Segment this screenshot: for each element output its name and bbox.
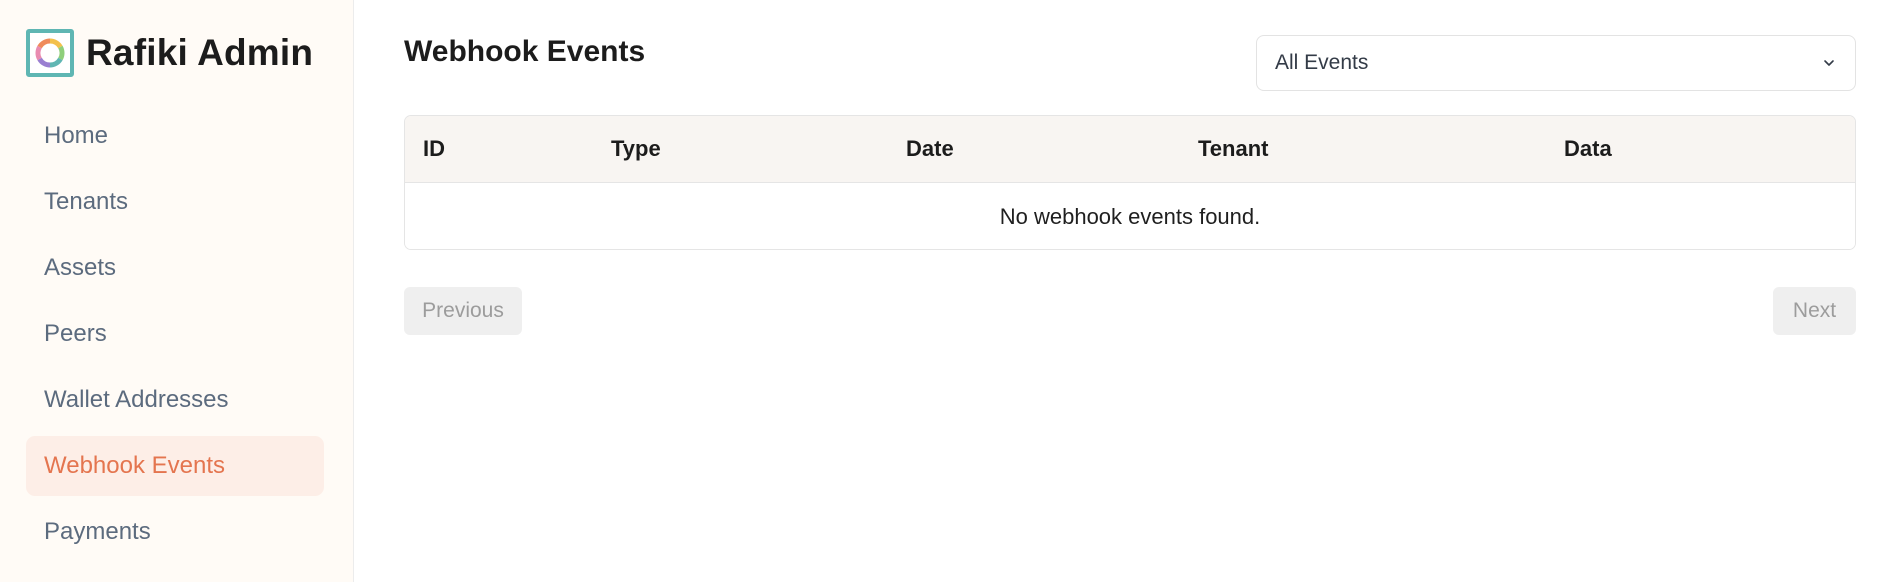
sidebar-item-label: Payments	[44, 518, 151, 545]
ring-logo-icon	[26, 29, 74, 77]
sidebar-item-label: Assets	[44, 254, 117, 281]
table-header-row: ID Type Date Tenant Data	[405, 116, 1855, 183]
sidebar-item-payments[interactable]: Payments	[26, 502, 324, 562]
sidebar-item-webhook-events[interactable]: Webhook Events	[26, 436, 324, 496]
brand-title: Rafiki Admin	[86, 32, 314, 73]
webhook-events-table: ID Type Date Tenant Data No webhook even…	[404, 115, 1856, 250]
next-page-button[interactable]: Next	[1773, 287, 1856, 335]
chevron-down-icon	[1821, 55, 1837, 71]
sidebar-item-label: Wallet Addresses	[44, 386, 229, 413]
sidebar-item-wallet-addresses[interactable]: Wallet Addresses	[26, 370, 324, 430]
column-header-id: ID	[405, 116, 611, 183]
column-header-type: Type	[611, 116, 906, 183]
empty-state-message: No webhook events found.	[405, 182, 1855, 249]
sidebar-item-label: Peers	[44, 320, 107, 347]
sidebar-item-assets[interactable]: Assets	[26, 238, 324, 298]
sidebar-item-label: Tenants	[44, 188, 129, 215]
event-type-select-value: All Events	[1275, 51, 1369, 74]
column-header-tenant: Tenant	[1198, 116, 1564, 183]
previous-page-button[interactable]: Previous	[404, 287, 522, 335]
sidebar-item-home[interactable]: Home	[26, 106, 324, 166]
event-type-select[interactable]: All Events	[1256, 35, 1856, 91]
app-root: Rafiki Admin Home Tenants Assets Peers W…	[0, 0, 1898, 582]
sidebar-item-label: Home	[44, 122, 109, 149]
column-header-date: Date	[906, 116, 1198, 183]
brand[interactable]: Rafiki Admin	[26, 29, 313, 77]
sidebar-item-tenants[interactable]: Tenants	[26, 172, 324, 232]
sidebar: Rafiki Admin Home Tenants Assets Peers W…	[0, 0, 354, 582]
page-title: Webhook Events	[404, 35, 646, 68]
main-content: Webhook Events All Events ID Type Date T…	[354, 0, 1898, 582]
table-empty-row: No webhook events found.	[405, 182, 1855, 249]
sidebar-item-label: Webhook Events	[44, 452, 225, 479]
column-header-data: Data	[1564, 116, 1855, 183]
sidebar-nav: Home Tenants Assets Peers Wallet Address…	[26, 106, 324, 568]
sidebar-item-peers[interactable]: Peers	[26, 304, 324, 364]
